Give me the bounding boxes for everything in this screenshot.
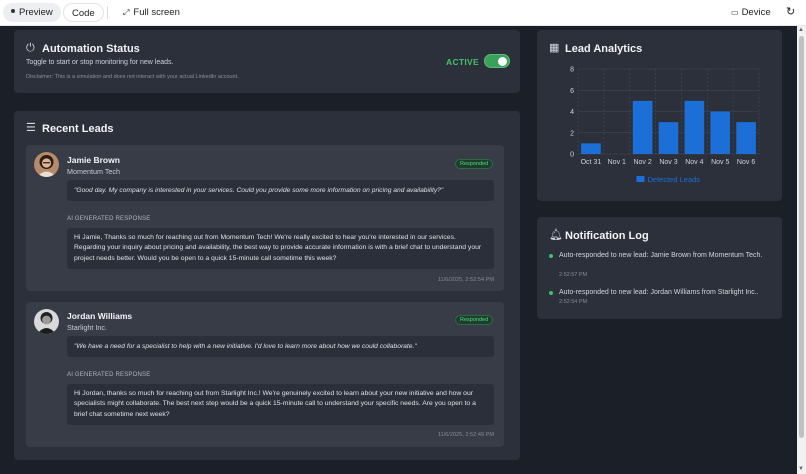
automation-status-title: Automation Status: [42, 43, 140, 55]
chart-bar: [710, 111, 731, 154]
notification-dot: [549, 291, 553, 295]
automation-status-label: ACTIVE: [446, 57, 479, 67]
device-label: Device: [741, 7, 771, 18]
notification-dot: [549, 254, 553, 258]
y-tick-label: 0: [570, 152, 574, 159]
expand-icon: ⤢: [123, 8, 130, 17]
y-tick-label: 4: [570, 109, 574, 116]
ai-response-text: Hi Jamie, Thanks so much for reaching ou…: [67, 228, 494, 269]
automation-toggle[interactable]: [484, 54, 510, 68]
x-tick-label: Oct 31: [581, 159, 602, 166]
status-badge: Responded: [455, 315, 494, 325]
legend-swatch: [636, 176, 645, 182]
full-screen-button[interactable]: ⤢ Full screen: [115, 3, 188, 22]
x-tick-label: Nov 1: [608, 159, 626, 166]
lead-name: Jordan Williams: [67, 311, 133, 321]
power-icon: ⏻: [26, 42, 35, 54]
lead-company: Starlight Inc.: [67, 323, 107, 332]
ai-response-label: AI GENERATED RESPONSE: [67, 216, 151, 222]
lead-timestamp: 11/6/2025, 2:52:49 PM: [437, 432, 494, 438]
preview-label: Preview: [19, 7, 53, 18]
notification-text: Auto-responded to new lead: Jordan Willi…: [559, 289, 759, 296]
automation-disclaimer: Disclaimer: This is a simulation and doe…: [26, 74, 239, 80]
list-icon: ☰: [26, 122, 36, 134]
person-icon: [34, 152, 59, 177]
ai-response-text: Hi Jordan, thanks so much for reaching o…: [67, 384, 494, 425]
scroll-up-icon[interactable]: ▲: [798, 27, 804, 33]
preview-dot-icon: [11, 9, 15, 14]
lead-analytics-chart: 0 2 4 6 8 Oct 31 Nov 1 Nov 2 Nov 3 Nov 4 Nov 5 Nov …: [570, 67, 760, 184]
reload-icon: ↻: [786, 6, 796, 18]
lead-analytics-title: Lead Analytics: [565, 43, 643, 55]
status-badge: Responded: [455, 159, 494, 169]
chart-bar: [658, 122, 679, 154]
y-tick-label: 2: [570, 130, 574, 137]
y-tick-label: 8: [570, 67, 574, 74]
ai-response-label: AI GENERATED RESPONSE: [67, 372, 151, 378]
automation-subtitle: Toggle to start or stop monitoring for n…: [26, 59, 174, 66]
preview-toolbar: Preview Code ⤢ Full screen ▭ Device ↻: [0, 0, 806, 26]
preview-tab[interactable]: Preview: [3, 3, 61, 22]
avatar: [34, 309, 59, 334]
chart-bar: [581, 143, 601, 154]
lead-name: Jamie Brown: [67, 155, 120, 165]
recent-leads-title: Recent Leads: [42, 123, 114, 135]
y-tick-label: 6: [570, 88, 574, 95]
scrollbar-thumb[interactable]: [799, 36, 804, 438]
chart-icon: ▦: [549, 42, 560, 54]
full-screen-label: Full screen: [133, 7, 180, 18]
chart-bar: [632, 100, 653, 154]
device-button[interactable]: ▭ Device: [723, 3, 779, 22]
toolbar-divider: [107, 6, 108, 19]
lead-company: Momentum Tech: [67, 167, 120, 176]
notification-time: 2:52:57 PM: [559, 272, 588, 278]
monitor-icon: ▭: [731, 8, 739, 17]
x-tick-label: Nov 6: [737, 159, 755, 166]
x-tick-label: Nov 3: [659, 159, 677, 166]
x-tick-label: Nov 2: [633, 159, 651, 166]
lead-message: "Good day. My company is interested in y…: [67, 180, 494, 201]
lead-message: "We have a need for a specialist to help…: [67, 336, 494, 357]
toggle-knob: [498, 57, 507, 66]
bell-icon: 🔔︎: [549, 229, 563, 241]
scroll-down-icon[interactable]: ▼: [798, 466, 804, 472]
notification-log-title: Notification Log: [565, 230, 649, 242]
person-icon: [34, 309, 59, 334]
code-tab[interactable]: Code: [63, 3, 104, 22]
legend-label: Detected Leads: [648, 175, 701, 184]
x-tick-label: Nov 5: [711, 159, 729, 166]
x-tick-label: Nov 4: [685, 159, 703, 166]
notification-text: Auto-responded to new lead: Jamie Brown …: [559, 252, 763, 259]
notification-time: 2:52:54 PM: [559, 299, 588, 305]
chart-bar: [736, 122, 756, 154]
lead-timestamp: 11/6/2025, 2:52:54 PM: [437, 277, 494, 283]
chart-bar: [684, 100, 705, 154]
reload-button[interactable]: ↻: [782, 3, 799, 22]
avatar: [34, 152, 59, 177]
